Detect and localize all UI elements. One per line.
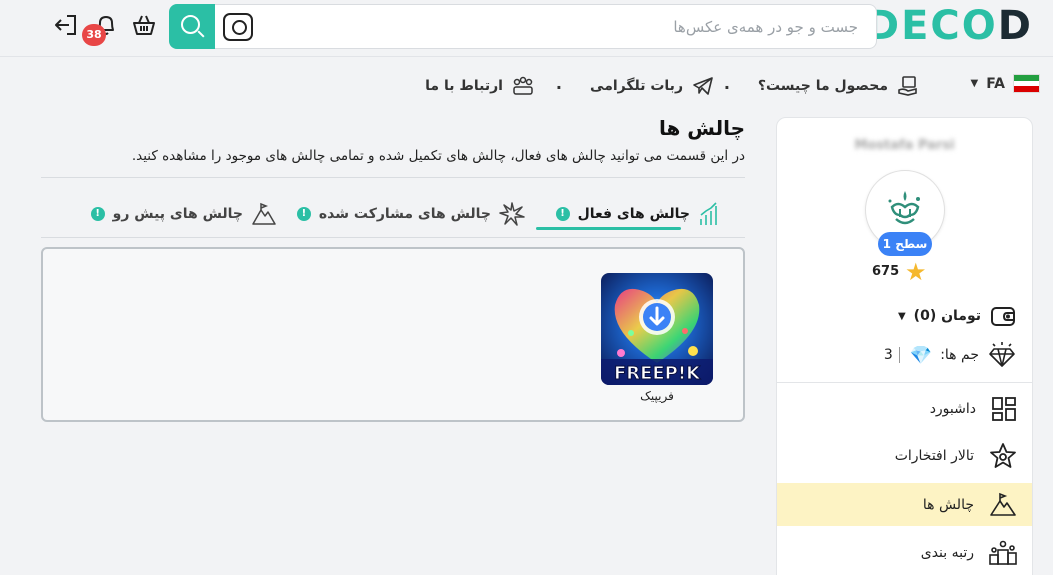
gem-icon: 💎 <box>909 344 933 366</box>
brand-logo[interactable]: DECOD <box>865 3 1033 49</box>
tab-upcoming-challenges[interactable]: چالش های پیش رو ! <box>90 196 277 232</box>
thumbnail-text: FREEP!K <box>614 363 701 384</box>
nav-separator: . <box>723 74 730 93</box>
people-icon <box>513 76 533 95</box>
diamond-icon <box>989 342 1015 367</box>
wallet-icon <box>991 307 1015 326</box>
info-icon[interactable]: ! <box>555 207 570 221</box>
tab-participated-challenges[interactable]: چالش های مشارکت شده ! <box>296 196 525 232</box>
level-badge: سطح 1 <box>878 232 932 256</box>
language-selector[interactable]: FA ▼ <box>970 74 1040 93</box>
tab-label: چالش های فعال <box>577 206 690 222</box>
challenge-thumbnail[interactable]: FREEP!K <box>601 273 713 385</box>
content-divider <box>41 177 745 178</box>
gems-label: جم ها: <box>940 347 979 363</box>
tab-label: چالش های مشارکت شده <box>318 206 491 222</box>
info-icon[interactable]: ! <box>90 207 105 221</box>
challenge-card[interactable]: FREEP!K فریپیک <box>601 273 717 403</box>
nav-item-contact[interactable]: ارتباط با ما <box>425 74 535 98</box>
logout-icon[interactable] <box>52 11 80 39</box>
sidebar: Mostafa Parsi سطح 1 ★ 675 تومان (0) ▼ جم… <box>776 117 1033 575</box>
iran-flag-icon <box>1013 74 1040 93</box>
page-description: در این قسمت می توانید چالش های فعال، چال… <box>131 148 745 164</box>
challenge-card-label: فریپیک <box>640 389 674 403</box>
wallet-row[interactable]: تومان (0) ▼ <box>898 302 1017 330</box>
caret-down-icon[interactable]: ▼ <box>898 311 906 322</box>
tabs-bar: چالش های فعال ! چالش های مشارکت شده ! چا… <box>41 186 745 238</box>
page-title: چالش ها <box>658 116 745 140</box>
nav-item-contact-label: ارتباط با ما <box>425 78 503 94</box>
burst-icon <box>499 202 525 226</box>
sidebar-item-hall-of-fame[interactable]: تالار افتخارات <box>777 434 1032 477</box>
notification-badge: 38 <box>82 24 106 46</box>
search-box <box>215 4 877 49</box>
sidebar-item-label: داشبورد <box>929 400 976 417</box>
camera-icon[interactable] <box>223 13 253 41</box>
language-label: FA <box>986 75 1005 92</box>
search-input[interactable] <box>271 5 876 48</box>
avatar-calligraphy-icon <box>888 191 920 225</box>
challenges-panel: FREEP!K فریپیک <box>41 247 745 422</box>
sidebar-divider <box>777 382 1032 383</box>
header: DECOD 38 <box>0 0 1053 57</box>
telegram-icon <box>693 77 713 95</box>
box-hand-icon <box>898 76 917 96</box>
search-button[interactable] <box>169 4 215 49</box>
sidebar-item-label: چالش ها <box>922 496 974 513</box>
sidebar-item-label: تالار افتخارات <box>894 447 974 464</box>
growth-chart-icon <box>700 202 717 225</box>
wallet-label: تومان (0) <box>913 308 981 324</box>
ranking-icon <box>989 540 1017 565</box>
mountain-icon <box>990 492 1016 516</box>
gems-row: جم ها: 💎 3 <box>884 340 1017 370</box>
user-score: 675 <box>872 264 900 279</box>
tab-label: چالش های پیش رو <box>112 206 243 222</box>
sidebar-item-challenges[interactable]: چالش ها <box>777 483 1032 526</box>
sidebar-item-label: رتبه بندی <box>920 544 974 561</box>
nav-separator: . <box>555 74 562 93</box>
nav-item-product-label: محصول ما چیست؟ <box>757 78 888 94</box>
star-outline-icon <box>990 442 1016 468</box>
sidebar-item-dashboard[interactable]: داشبورد <box>777 387 1032 430</box>
freepik-thumbnail-image: FREEP!K <box>601 273 713 385</box>
user-name: Mostafa Parsi <box>854 138 955 153</box>
nav-item-telegram[interactable]: ربات تلگرامی <box>590 74 715 98</box>
brand-logo-text: DECOD <box>865 3 1033 49</box>
cart-icon[interactable] <box>130 12 158 40</box>
info-icon[interactable]: ! <box>296 207 311 221</box>
gems-count: 3 <box>884 347 900 363</box>
nav-item-telegram-label: ربات تلگرامی <box>590 78 683 94</box>
top-nav: FA ▼ محصول ما چیست؟ . ربات تلگرامی . ارت… <box>420 62 1040 110</box>
nav-item-product[interactable]: محصول ما چیست؟ <box>758 74 920 98</box>
mountain-icon <box>252 202 276 225</box>
active-tab-indicator <box>536 227 681 230</box>
dashboard-icon <box>992 396 1016 421</box>
sidebar-item-ranking[interactable]: رتبه بندی <box>777 531 1032 574</box>
caret-down-icon: ▼ <box>970 78 979 89</box>
star-icon: ★ <box>905 258 927 286</box>
